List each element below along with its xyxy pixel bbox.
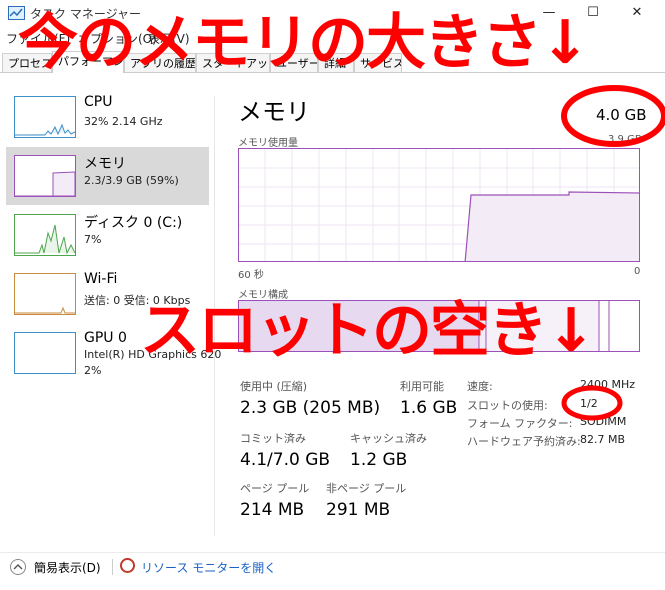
annotation-current-memory-size: 今のメモリの大きさ↓ [18,8,590,78]
annotation-free-slot: スロットの空き↓ [140,296,596,366]
total-memory-circle [561,85,665,147]
slots-circle [561,385,623,421]
